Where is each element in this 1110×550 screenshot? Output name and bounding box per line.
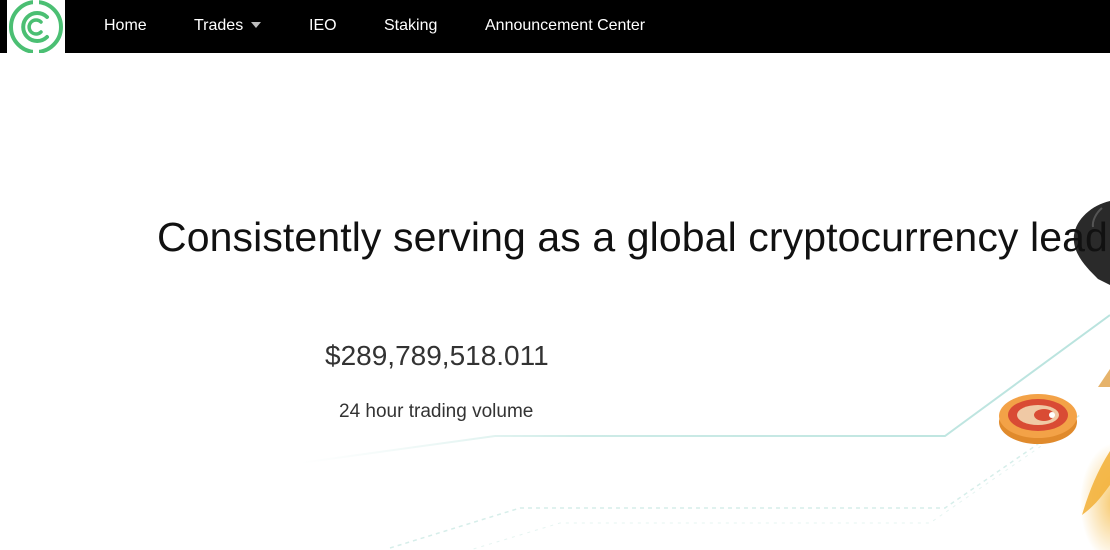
trading-volume-label: 24 hour trading volume: [339, 401, 534, 422]
nav-trades-label: Trades: [194, 17, 244, 34]
top-navigation-bar: Home Trades IEO Staking Announcement Cen…: [0, 0, 1110, 53]
nav-ieo-label: IEO: [309, 17, 337, 34]
nav-trades-dropdown[interactable]: Trades: [194, 0, 262, 53]
chevron-down-icon: [251, 22, 262, 28]
coin-icon: [999, 394, 1077, 444]
nav-announcement-center[interactable]: Announcement Center: [485, 0, 645, 53]
nav-staking-label: Staking: [384, 17, 438, 34]
hero-background-illustration: [299, 201, 1110, 550]
nav-home-label: Home: [104, 17, 147, 34]
circuit-line: [299, 314, 1110, 464]
nav-home[interactable]: Home: [104, 0, 147, 53]
logo-icon: [9, 0, 63, 53]
brand-logo[interactable]: [7, 0, 65, 53]
hero-headline: Consistently serving as a global cryptoc…: [157, 214, 1108, 260]
trading-volume-value: $289,789,518.011: [325, 340, 549, 371]
nav-staking[interactable]: Staking: [384, 0, 437, 53]
nav-ieo[interactable]: IEO: [309, 0, 337, 53]
nav-announcement-center-label: Announcement Center: [485, 17, 646, 34]
circuit-line-dashed: [468, 432, 1061, 550]
circuit-line-dashed: [389, 414, 1081, 549]
gold-shard-icon: [1098, 369, 1110, 387]
